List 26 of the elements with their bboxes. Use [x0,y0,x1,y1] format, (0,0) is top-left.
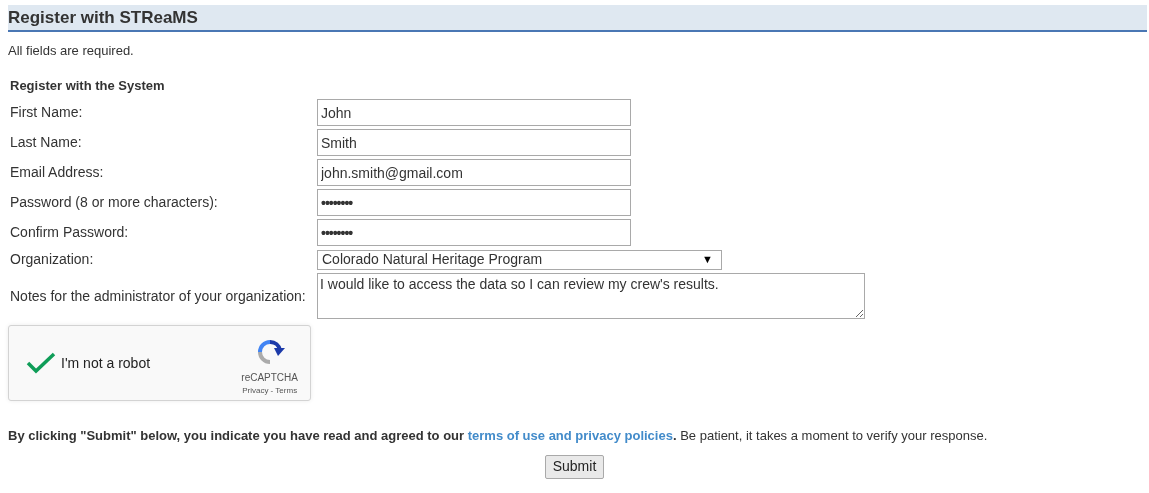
input-field[interactable]: John [317,99,631,126]
field-label: Confirm Password: [10,223,130,242]
page-title: Register with STReaMS [8,6,198,29]
field-label: Password (8 or more characters): [10,193,219,212]
terms-link[interactable]: Terms [275,385,298,395]
link-separator: - [269,385,275,395]
field-label: Organization: [10,250,95,269]
field-label: Last Name: [10,133,83,152]
password-field[interactable]: •••••••• [317,189,631,216]
submit-button[interactable]: Submit [544,454,605,479]
field-label: Notes for the administrator of your organization: [10,286,307,306]
consent-text: By clicking "Submit" below, you indicate you have read and agreed to our terms of use and privacy policies. Be patient, it takes a moment to verify your response. [8,427,989,445]
input-field[interactable]: Smith [317,129,631,156]
terms-of-use-link[interactable]: terms of use and privacy policies [467,428,673,443]
privacy-link[interactable]: Privacy [242,385,269,395]
input-field[interactable]: john.smith@gmail.com [317,159,631,186]
notes-field[interactable]: I would like to access the data so I can review my crew's results. [317,273,865,319]
field-label: First Name: [10,103,84,122]
recaptcha-brand: reCAPTCHA [241,370,298,385]
checkmark-icon [26,352,56,374]
organization-dropdown[interactable]: Colorado Natural Heritage Program ▼ [317,249,722,270]
password-field[interactable]: •••••••• [317,219,631,246]
field-label: Email Address: [10,163,105,182]
captcha-label: I'm not a robot [61,353,152,373]
section-title: Register with the System [10,76,166,95]
intro-text: All fields are required. [8,42,135,60]
